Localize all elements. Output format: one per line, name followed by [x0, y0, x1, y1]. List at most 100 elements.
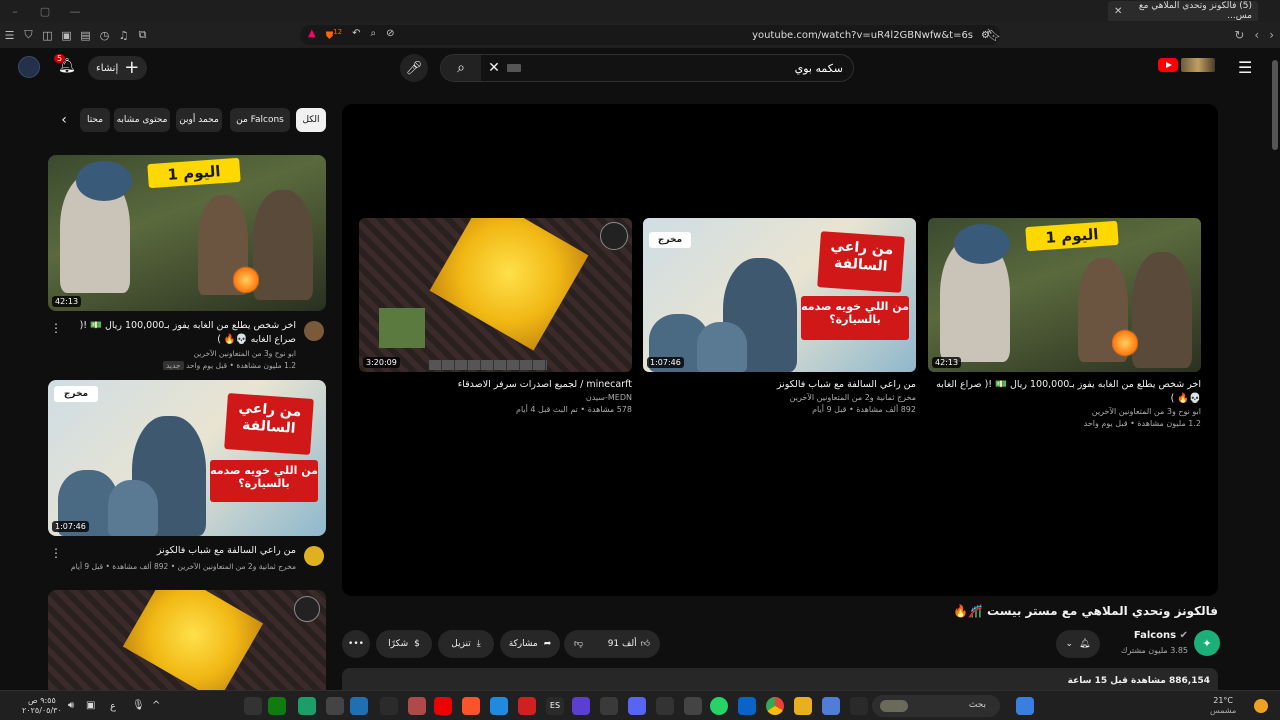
- video-title[interactable]: من راعي السالفة مع شباب فالكونز: [60, 544, 296, 558]
- menu-icon[interactable]: ☰: [0, 22, 19, 48]
- search-button[interactable]: ⌕: [441, 55, 481, 81]
- dislike-icon[interactable]: 👎︎: [574, 639, 583, 649]
- card-channel[interactable]: ابو نوح و3 من المتعاونين الآخرين: [928, 406, 1201, 418]
- shield-icon[interactable]: ⛉: [19, 22, 38, 48]
- app-icon-g[interactable]: [326, 697, 344, 715]
- card-channel[interactable]: مخرج ثمانية و2 من المتعاونين الآخرين: [643, 392, 916, 404]
- task-view-icon[interactable]: [850, 697, 868, 715]
- share-button[interactable]: مشاركة ➦: [500, 630, 560, 658]
- window-restore-icon[interactable]: ▢: [30, 5, 60, 18]
- forward-icon[interactable]: ‹: [1254, 28, 1259, 42]
- app-icon-9[interactable]: [656, 697, 674, 715]
- channel-name[interactable]: ابو نوح و3 من المتعاونين الآخرين: [194, 349, 296, 358]
- wallet-icon[interactable]: ◫: [38, 22, 57, 48]
- app-icon-4[interactable]: [408, 697, 426, 715]
- video-thumbnail[interactable]: اليوم 1 42:13: [48, 155, 326, 311]
- chip-all[interactable]: الكل: [296, 108, 326, 132]
- zoom-icon[interactable]: ⌕: [371, 28, 377, 41]
- address-bar[interactable]: ▲ ⛊12 ↶ ⌕ ⊘ youtube.com/watch?v=uR4l2GBN…: [300, 25, 1000, 45]
- card-thumbnail[interactable]: 3:20:09: [359, 218, 632, 372]
- sidebar-icon[interactable]: ▣: [57, 22, 76, 48]
- app-icon-3[interactable]: [380, 697, 398, 715]
- chip-similar[interactable]: محتوى مشابه: [114, 108, 170, 132]
- volume-icon[interactable]: 🔊︎: [68, 700, 74, 711]
- channel-avatar[interactable]: [304, 546, 324, 566]
- more-actions-button[interactable]: •••: [342, 630, 370, 658]
- app-icon-photos[interactable]: [350, 697, 368, 715]
- network-icon[interactable]: ▣: [86, 700, 95, 711]
- youtube-logo[interactable]: [1158, 58, 1215, 72]
- chip-falcons[interactable]: من Falcons: [230, 108, 290, 132]
- language-indicator[interactable]: ع: [110, 701, 116, 712]
- video-thumbnail[interactable]: مخرج من راعي السالفة من اللي خويه صدمه ب…: [48, 380, 326, 536]
- back-icon[interactable]: ›: [1269, 28, 1274, 42]
- endscreen-card-2[interactable]: مخرج من راعي السالفة من اللي خويه صدمه ب…: [643, 218, 916, 416]
- back-history-icon[interactable]: ↶: [352, 28, 360, 41]
- active-tab[interactable]: (5) فالكونز وتحدي الملاهي مع مس... ✕: [1108, 1, 1258, 21]
- chips-scroll-left-icon[interactable]: ‹: [52, 108, 76, 132]
- mic-tray-icon[interactable]: 🎙︎: [132, 700, 145, 711]
- file-explorer-icon[interactable]: [794, 697, 812, 715]
- sidebar-video-3[interactable]: [48, 590, 326, 690]
- create-button[interactable]: إنشاء +: [88, 56, 148, 80]
- channel-avatar[interactable]: [304, 321, 324, 341]
- search-input[interactable]: [521, 61, 853, 75]
- screenshot-icon[interactable]: ⧉: [133, 22, 152, 48]
- chrome-icon[interactable]: [766, 697, 784, 715]
- subscribed-bell-button[interactable]: ⌄ 🔔︎: [1056, 630, 1100, 658]
- download-button[interactable]: تنزيل ⤓: [438, 630, 494, 658]
- chip-mohammed[interactable]: محمد أوبن: [176, 108, 222, 132]
- card-thumbnail[interactable]: اليوم 1 42:13: [928, 218, 1201, 372]
- app-icon-10[interactable]: [684, 697, 702, 715]
- bookmarks-icon[interactable]: ▤: [76, 22, 95, 48]
- endscreen-card-1[interactable]: 3:20:09 minecarft / لجميع اصدرات سرفر ال…: [359, 218, 632, 416]
- tray-expand-icon[interactable]: ^: [152, 700, 160, 711]
- card-thumbnail[interactable]: مخرج من راعي السالفة من اللي خويه صدمه ب…: [643, 218, 916, 372]
- card-channel[interactable]: MEDN-سيدن: [359, 392, 632, 404]
- youtube-app-icon[interactable]: [434, 697, 452, 715]
- more-actions-icon[interactable]: ⋮: [50, 321, 62, 335]
- brave-icon[interactable]: [462, 697, 480, 715]
- card-title[interactable]: من راعي السالفة مع شباب فالكونز: [643, 378, 916, 392]
- card-title[interactable]: minecarft / لجميع اصدرات سرفر الاصدقاء: [359, 378, 632, 392]
- channel-name[interactable]: Falcons ✔: [1134, 630, 1188, 641]
- more-actions-icon[interactable]: ⋮: [50, 546, 62, 560]
- window-minimize-icon[interactable]: –: [0, 5, 30, 18]
- chip-more[interactable]: محتا: [80, 108, 110, 132]
- page-scrollbar[interactable]: [1272, 60, 1278, 150]
- video-player[interactable]: 3:20:09 minecarft / لجميع اصدرات سرفر ال…: [342, 104, 1218, 596]
- guide-menu-icon[interactable]: ☰: [1238, 58, 1252, 77]
- video-thumbnail[interactable]: [48, 590, 326, 690]
- discord-icon[interactable]: [628, 697, 646, 715]
- tab-close-icon[interactable]: ✕: [1114, 6, 1122, 17]
- music-icon[interactable]: ♫: [114, 22, 133, 48]
- clock[interactable]: ٩:٥٥ ص ٢٠٢٥/٠٥/٣٠: [22, 696, 62, 716]
- app-icon-es[interactable]: ES: [546, 697, 564, 715]
- like-button[interactable]: 91 ألف 👍︎: [608, 639, 650, 649]
- card-title[interactable]: اخر شخص يطلع من الغابه يفوز بـ100,000 ري…: [928, 378, 1201, 406]
- reload-icon[interactable]: ↻: [1234, 28, 1244, 42]
- xbox-icon[interactable]: [268, 697, 286, 715]
- thanks-button[interactable]: شكرًا $: [376, 630, 432, 658]
- weather-widget[interactable]: 21°C مشمس: [1210, 696, 1236, 716]
- whatsapp-icon[interactable]: [710, 697, 728, 715]
- app-icon-1[interactable]: [244, 697, 262, 715]
- bookmark-icon[interactable]: 🔖︎: [986, 28, 1001, 42]
- app-icon-green[interactable]: [298, 697, 316, 715]
- sidebar-video-2[interactable]: مخرج من راعي السالفة من اللي خويه صدمه ب…: [48, 380, 326, 588]
- account-avatar[interactable]: [18, 56, 40, 78]
- window-close-icon[interactable]: —: [60, 5, 90, 18]
- clear-search-icon[interactable]: ✕: [481, 60, 507, 76]
- taskbar-search[interactable]: بحث: [872, 695, 1000, 717]
- brave-rewards-icon[interactable]: ▲: [308, 28, 316, 41]
- start-icon[interactable]: [1016, 697, 1034, 715]
- url-text[interactable]: youtube.com/watch?v=uR4l2GBNwfw&t=6s: [752, 30, 973, 41]
- no-translate-icon[interactable]: ⊘: [386, 28, 394, 41]
- app-icon-7[interactable]: [572, 697, 590, 715]
- app-icon-11[interactable]: [822, 697, 840, 715]
- app-icon-5[interactable]: [490, 697, 508, 715]
- sidebar-video-1[interactable]: اليوم 1 42:13 اخر شخص يطلع من الغابه يفو…: [48, 155, 326, 370]
- channel-avatar[interactable]: ✦: [1194, 630, 1220, 656]
- history-icon[interactable]: ◷: [95, 22, 114, 48]
- endscreen-card-3[interactable]: اليوم 1 42:13 اخر شخص يطلع من الغابه يفو…: [928, 218, 1201, 430]
